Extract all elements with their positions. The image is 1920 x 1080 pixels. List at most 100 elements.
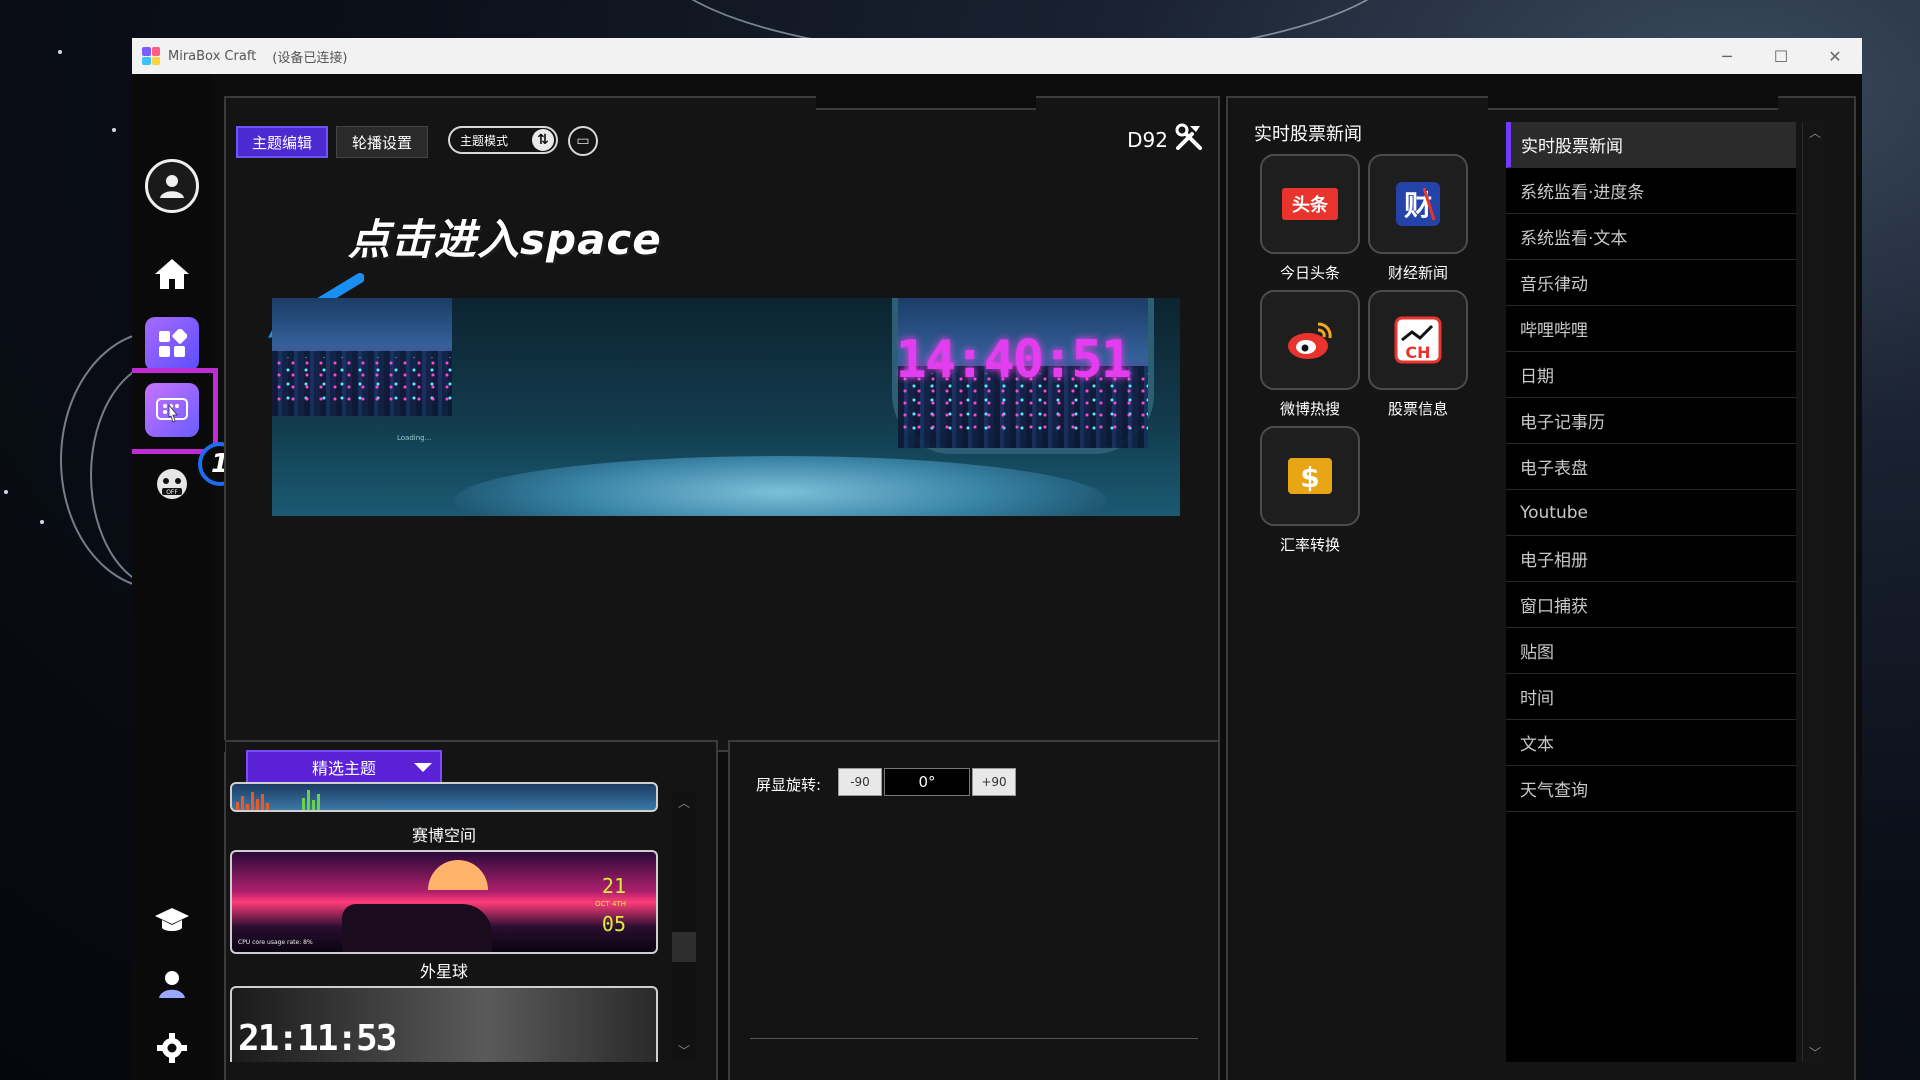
graduation-cap-icon (155, 908, 189, 931)
stock-info-tile[interactable]: CH (1368, 290, 1468, 390)
chevron-down-icon (414, 763, 432, 772)
plugin-list-scrollbar[interactable]: ︿ ﹀ (1802, 122, 1826, 1062)
panel-notch (1488, 96, 1778, 110)
list-item-monitor-text[interactable]: 系统监看·文本 (1506, 214, 1796, 260)
game-off-icon: OFF (157, 469, 187, 499)
dollar-icon: $ (1288, 458, 1332, 494)
theme-thumb-monochrome[interactable]: 21:11:53 (230, 986, 658, 1062)
scroll-up-icon[interactable]: ︿ (1803, 122, 1827, 142)
swap-icon: ⇅ (532, 129, 554, 151)
preview-window-left (272, 298, 452, 416)
rotation-value: 0° (884, 768, 970, 796)
user-icon (145, 159, 199, 213)
list-item-weather[interactable]: 天气查询 (1506, 766, 1796, 812)
apps-grid-icon (145, 317, 199, 371)
settings-button[interactable] (142, 1018, 202, 1078)
theme-label-cyber: 赛博空间 (411, 826, 476, 845)
rotate-right-button[interactable]: +90 (972, 768, 1016, 796)
rotate-left-button[interactable]: -90 (838, 768, 882, 796)
list-item-music-rhythm[interactable]: 音乐律动 (1506, 260, 1796, 306)
list-item-stock-news[interactable]: 实时股票新闻 (1506, 122, 1796, 168)
svg-text:财: 财 (1404, 189, 1432, 222)
rotation-panel: 屏显旋转: -90 0° +90 (728, 740, 1220, 1080)
theme-clock: 21:11:53 (238, 1018, 397, 1059)
screen-preview-button[interactable]: ▭ (568, 126, 598, 156)
rotate-right-icon: +90 (981, 775, 1007, 789)
tools-icon[interactable] (1174, 122, 1204, 152)
list-item-calendar[interactable]: 电子记事历 (1506, 398, 1796, 444)
close-button[interactable]: ✕ (1808, 38, 1862, 74)
panel-notch (224, 740, 225, 754)
list-item-monitor-progress[interactable]: 系统监看·进度条 (1506, 168, 1796, 214)
list-item-window-capture[interactable]: 窗口捕获 (1506, 582, 1796, 628)
account-button[interactable] (142, 156, 202, 216)
home-icon (155, 259, 189, 289)
preview-bed (453, 456, 1108, 516)
toutiao-label: 今日头条 (1279, 264, 1340, 282)
car-graphic (342, 904, 492, 952)
community-button[interactable] (142, 954, 202, 1014)
scroll-down-icon[interactable]: ﹀ (1803, 1042, 1827, 1062)
finance-news-icon: 财 (1396, 182, 1440, 226)
theme-cpu-text: CPU core usage rate: 8% (238, 939, 313, 946)
scrollbar-thumb[interactable] (672, 932, 696, 962)
plugin-category-list: 实时股票新闻 系统监看·进度条 系统监看·文本 音乐律动 哔哩哔哩 日期 电子记… (1506, 122, 1796, 1062)
list-item-sticker[interactable]: 贴图 (1506, 628, 1796, 674)
exchange-rate-tile[interactable]: $ (1260, 426, 1360, 526)
svg-text:$: $ (1300, 461, 1319, 494)
annotation-text: 点击进入space (348, 215, 662, 264)
theme-mode-toggle[interactable]: 主题模式 ⇅ (448, 126, 558, 154)
list-item-youtube[interactable]: Youtube (1506, 490, 1796, 536)
weibo-tile[interactable] (1260, 290, 1360, 390)
minimize-button[interactable]: ─ (1700, 38, 1754, 74)
tab-carousel-settings[interactable]: 轮播设置 (336, 126, 428, 158)
dropdown-value: 精选主题 (311, 759, 376, 778)
theme-mode-label: 主题模式 (460, 133, 509, 148)
connection-status: (设备已连接) (272, 50, 348, 66)
device-model: D92 (1127, 128, 1168, 152)
toutiao-tile[interactable]: 头条 (1260, 154, 1360, 254)
space-highlight (132, 368, 218, 454)
list-item-clock-dial[interactable]: 电子表盘 (1506, 444, 1796, 490)
rotation-label: 屏显旋转: (756, 776, 822, 794)
theme-thumb-alien-planet[interactable]: 21 OCT 4TH 05 CPU core usage rate: 8% (230, 850, 658, 954)
svg-text:CH: CH (1405, 343, 1430, 362)
sidebar: 1 OFF (132, 74, 242, 1080)
list-item-photo-album[interactable]: 电子相册 (1506, 536, 1796, 582)
stock-info-label: 股票信息 (1387, 400, 1448, 418)
exchange-rate-label: 汇率转换 (1279, 536, 1340, 554)
finance-news-tile[interactable]: 财 (1368, 154, 1468, 254)
toutiao-icon: 头条 (1282, 188, 1338, 220)
theme-thumb-cyber[interactable] (230, 782, 658, 812)
scroll-down-icon[interactable]: ﹀ (672, 1040, 696, 1060)
theme-preview[interactable]: 14:40:51 Loading... (272, 298, 1180, 516)
category-title: 实时股票新闻 (1254, 124, 1362, 145)
tab-theme-edit[interactable]: 主题编辑 (236, 126, 328, 158)
apps-button[interactable] (142, 314, 202, 374)
sun-graphic (428, 860, 488, 890)
list-item-bilibili[interactable]: 哔哩哔哩 (1506, 306, 1796, 352)
finance-news-label: 财经新闻 (1387, 264, 1448, 282)
list-item-text[interactable]: 文本 (1506, 720, 1796, 766)
title-bar[interactable]: MiraBox Craft (设备已连接) ─ ☐ ✕ (132, 38, 1862, 74)
home-button[interactable] (142, 244, 202, 304)
theme-clock-mid: OCT 4TH (595, 900, 626, 908)
app-title: MiraBox Craft (168, 48, 257, 64)
app-logo-icon (142, 47, 160, 65)
users-icon (159, 971, 185, 998)
theme-clock-bottom: 05 (601, 912, 626, 936)
panel-notch (816, 96, 1036, 110)
off-mode-button[interactable]: OFF (142, 454, 202, 514)
themes-scrollbar[interactable]: ︿ ﹀ (672, 792, 696, 1060)
weibo-icon (1288, 322, 1332, 359)
tutorial-button[interactable] (142, 890, 202, 950)
maximize-button[interactable]: ☐ (1754, 38, 1808, 74)
theme-category-dropdown[interactable]: 精选主题 (246, 750, 442, 784)
svg-text:头条: 头条 (1292, 194, 1329, 216)
themes-panel: 精选主题 赛博空间 21 OCT 4TH 05 CPU core usage r… (224, 740, 718, 1080)
scroll-up-icon[interactable]: ︿ (672, 792, 696, 812)
list-item-time[interactable]: 时间 (1506, 674, 1796, 720)
list-item-date[interactable]: 日期 (1506, 352, 1796, 398)
plugin-panel: 实时股票新闻 头条 今日头条 财 财经新闻 微博热搜 CH 股票信息 $ 汇率转… (1226, 96, 1856, 1080)
stock-chart-icon: CH (1394, 316, 1442, 364)
